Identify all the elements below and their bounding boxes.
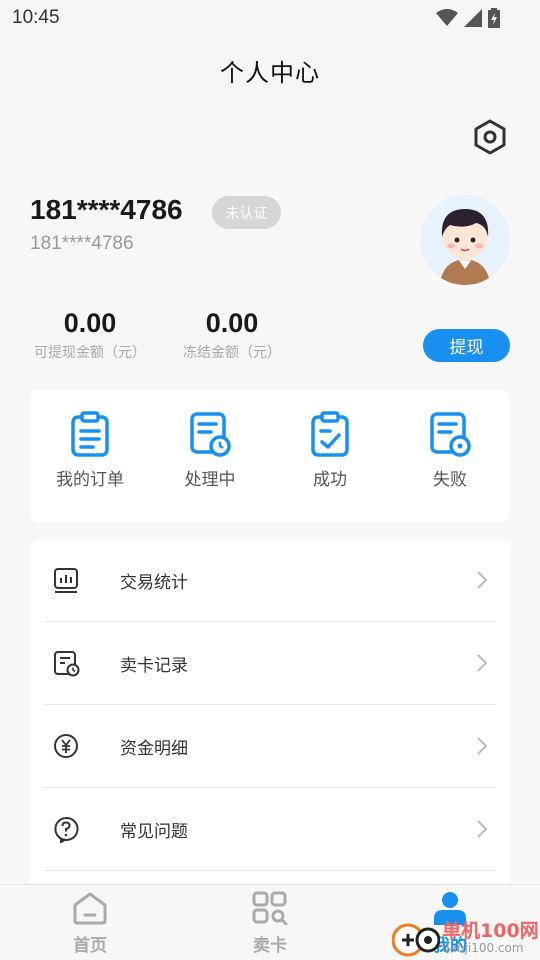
card-record-icon (54, 651, 80, 677)
tab-sell-card[interactable]: 卖卡 (210, 891, 330, 956)
status-bar: 10:45 (0, 0, 540, 38)
menu-item-trade-stats[interactable]: 交易统计 (30, 539, 510, 622)
watermark: 单机100网 danji100.com (392, 912, 540, 960)
chevron-right-icon (477, 654, 488, 672)
menu-item-fund-details[interactable]: 资金明细 (30, 705, 510, 788)
profile-account: 181****4786 (30, 233, 134, 254)
settings-icon (474, 119, 506, 155)
order-failed-label: 失败 (433, 470, 467, 490)
profile-name: 181****4786 (30, 194, 183, 225)
order-all[interactable]: 我的订单 (30, 409, 150, 499)
menu-item-label: 卖卡记录 (120, 656, 188, 676)
grid-search-icon (252, 891, 288, 926)
chevron-right-icon (477, 820, 488, 838)
chevron-right-icon (477, 737, 488, 755)
question-icon (54, 816, 79, 843)
menu-item-label: 资金明细 (120, 739, 188, 759)
divider (44, 870, 496, 871)
order-success[interactable]: 成功 (270, 409, 390, 499)
chevron-right-icon (477, 571, 488, 589)
status-time: 10:45 (12, 7, 60, 28)
frozen-label: 冻结金额（元） (183, 345, 281, 361)
avatar[interactable] (420, 195, 510, 285)
withdrawable-balance: 0.00 可提现金额（元） (20, 308, 160, 362)
yuan-icon (54, 734, 78, 758)
order-processing[interactable]: 处理中 (150, 409, 270, 499)
order-all-label: 我的订单 (56, 470, 124, 490)
withdraw-button[interactable]: 提现 (423, 329, 510, 362)
tab-sell-card-label: 卖卡 (253, 936, 287, 956)
battery-icon (488, 8, 500, 28)
order-success-label: 成功 (313, 470, 347, 490)
watermark-url: danji100.com (442, 941, 524, 955)
watermark-logo (392, 923, 440, 957)
menu-item-label: 交易统计 (120, 573, 188, 593)
withdrawable-label: 可提现金额（元） (34, 345, 146, 361)
frozen-balance: 0.00 冻结金额（元） (162, 308, 302, 362)
avatar-image (420, 195, 510, 285)
home-icon (73, 892, 107, 925)
withdrawable-amount: 0.00 (63, 308, 117, 338)
processing-icon (190, 412, 231, 457)
frozen-amount: 0.00 (205, 308, 259, 338)
tab-home-label: 首页 (73, 936, 107, 956)
watermark-text: 单机100网 (442, 920, 539, 942)
verify-badge[interactable]: 未认证 (212, 196, 281, 229)
order-processing-label: 处理中 (184, 470, 236, 490)
page-title: 个人中心 (220, 58, 320, 87)
orders-card: 我的订单 处理中 成功 失败 (30, 389, 510, 523)
menu-item-label: 常见问题 (120, 822, 188, 842)
success-clipboard-icon (311, 411, 349, 457)
wifi-icon (436, 9, 458, 26)
settings-button[interactable] (470, 117, 510, 157)
stats-icon (54, 568, 78, 593)
title-bar: 个人中心 (0, 38, 540, 102)
menu-item-faq[interactable]: 常见问题 (30, 788, 510, 871)
failed-icon (430, 412, 471, 457)
order-failed[interactable]: 失败 (390, 409, 510, 499)
menu-card: 交易统计 卖卡记录 资金明细 常见问题 (30, 539, 510, 899)
signal-icon (464, 9, 482, 27)
status-icons (436, 8, 500, 28)
tab-home[interactable]: 首页 (30, 891, 150, 956)
order-list-icon (71, 411, 109, 457)
menu-item-card-record[interactable]: 卖卡记录 (30, 622, 510, 705)
